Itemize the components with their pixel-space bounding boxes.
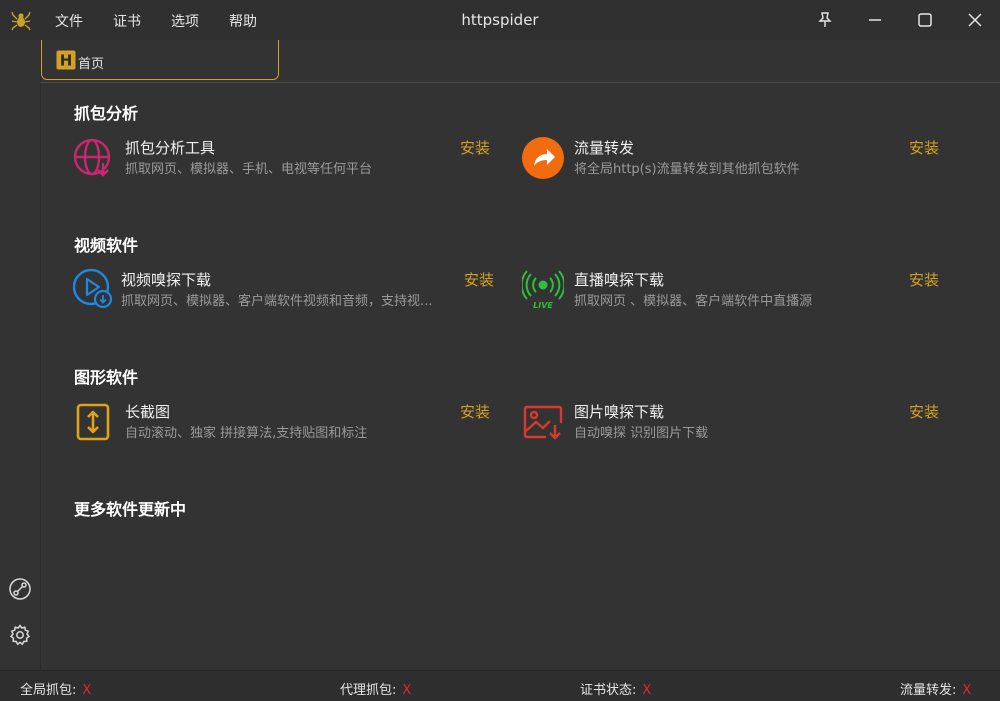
sidebar [0, 40, 41, 670]
svg-text:LIVE: LIVE [533, 301, 553, 310]
status-proxy-capture-value: X [402, 683, 412, 698]
status-global-capture-label: 全局抓包: [20, 683, 77, 698]
close-icon[interactable] [963, 8, 987, 32]
menu-cert[interactable]: 证书 [113, 11, 141, 31]
card-title-long-screenshot: 长截图 [125, 403, 171, 421]
maximize-icon[interactable] [913, 8, 937, 32]
live-broadcast-icon: LIVE [520, 268, 566, 310]
card-title-live-sniff: 直播嗅探下载 [574, 271, 665, 289]
title-bar: 文件 证书 选项 帮助 httpspider [0, 0, 1000, 40]
long-screenshot-icon [72, 401, 114, 443]
menu-file[interactable]: 文件 [55, 11, 83, 31]
status-cert-value: X [642, 683, 652, 698]
gear-icon[interactable] [8, 623, 32, 647]
install-button-image-sniff[interactable]: 安装 [909, 401, 939, 422]
status-cert: 证书状态: X [580, 679, 651, 698]
install-button-traffic-forward[interactable]: 安装 [909, 137, 939, 158]
status-proxy-capture: 代理抓包: X [340, 679, 411, 698]
link-icon[interactable] [8, 577, 32, 601]
card-desc-image-sniff: 自动嗅探 识别图片下载 [574, 426, 709, 441]
globe-download-icon [72, 137, 114, 179]
home-h-icon: H [56, 50, 76, 70]
card-title-capture-tool: 抓包分析工具 [125, 139, 216, 157]
install-button-capture-tool[interactable]: 安装 [460, 137, 490, 158]
image-download-icon [522, 401, 564, 443]
status-bar: 全局抓包: X 代理抓包: X 证书状态: X 流量转发: X [0, 670, 1000, 701]
menu-options[interactable]: 选项 [171, 11, 199, 31]
install-button-video-sniff[interactable]: 安装 [464, 269, 494, 290]
tab-home[interactable]: H 首页 [41, 40, 279, 80]
tab-home-label: 首页 [78, 57, 105, 72]
card-title-traffic-forward: 流量转发 [574, 139, 635, 157]
card-desc-traffic-forward: 将全局http(s)流量转发到其他抓包软件 [574, 162, 800, 177]
minimize-icon[interactable] [863, 8, 887, 32]
window-title: httpspider [461, 11, 539, 29]
spider-logo-icon [10, 9, 32, 31]
status-cert-label: 证书状态: [580, 683, 637, 698]
section-title-more: 更多软件更新中 [74, 500, 187, 519]
card-desc-live-sniff: 抓取网页 、模拟器、客户端软件中直播源 [574, 294, 813, 309]
status-traffic-forward: 流量转发: X [900, 679, 971, 698]
forward-arrow-icon [522, 137, 564, 179]
pin-icon[interactable] [813, 8, 837, 32]
status-global-capture-value: X [82, 683, 92, 698]
section-title-graphics: 图形软件 [74, 368, 139, 387]
status-traffic-forward-value: X [962, 683, 972, 698]
menu-help[interactable]: 帮助 [229, 11, 257, 31]
tab-strip: H 首页 [40, 40, 1000, 83]
card-desc-long-screenshot: 自动滚动、独家 拼接算法,支持贴图和标注 [125, 426, 368, 441]
status-traffic-forward-label: 流量转发: [900, 683, 957, 698]
section-title-video: 视频软件 [74, 236, 139, 255]
status-proxy-capture-label: 代理抓包: [340, 683, 397, 698]
card-desc-video-sniff: 抓取网页、模拟器、客户端软件视频和音频，支持视... [121, 294, 433, 309]
install-button-live-sniff[interactable]: 安装 [909, 269, 939, 290]
install-button-long-screenshot[interactable]: 安装 [460, 401, 490, 422]
section-title-capture: 抓包分析 [74, 104, 139, 123]
svg-text:H: H [60, 52, 73, 70]
card-desc-capture-tool: 抓取网页、模拟器、手机、电视等任何平台 [125, 162, 373, 177]
card-title-image-sniff: 图片嗅探下载 [574, 403, 665, 421]
card-title-video-sniff: 视频嗅探下载 [121, 271, 212, 289]
status-global-capture: 全局抓包: X [20, 679, 91, 698]
video-download-icon [72, 268, 114, 310]
